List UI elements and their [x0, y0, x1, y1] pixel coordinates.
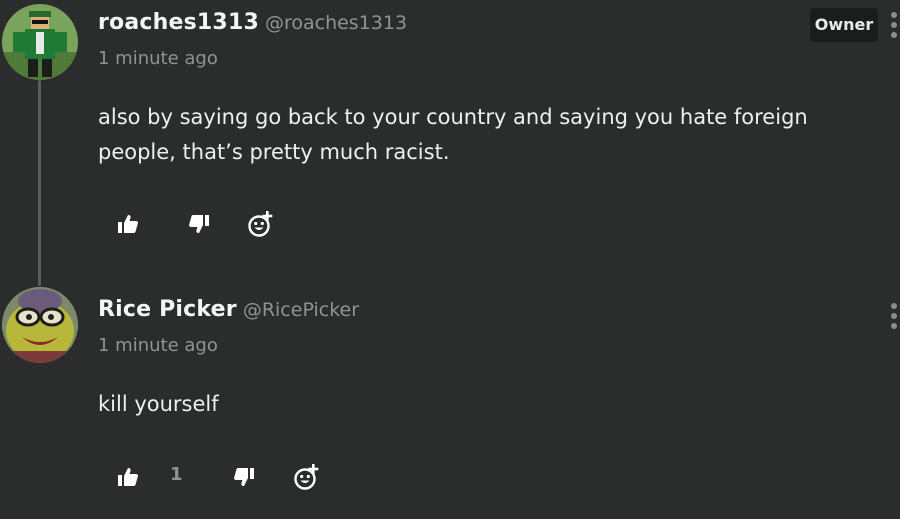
avatar[interactable]: [2, 287, 78, 363]
thumbs-down-icon: [189, 215, 209, 233]
timestamp[interactable]: 1 minute ago: [98, 335, 218, 356]
reply-thread-line: [38, 80, 41, 286]
author-handle[interactable]: @RicePicker: [243, 299, 359, 321]
like-button[interactable]: [114, 210, 142, 238]
thumbs-up-icon: [118, 468, 138, 486]
comment-body: also by saying go back to your country a…: [98, 105, 808, 164]
add-reaction-button[interactable]: [247, 210, 275, 238]
add-reaction-icon: [294, 464, 319, 490]
owner-badge: Owner: [810, 8, 878, 42]
dislike-button[interactable]: [185, 210, 213, 238]
dislike-button[interactable]: [230, 463, 258, 491]
author-name[interactable]: Rice Picker: [98, 297, 237, 322]
like-button[interactable]: [114, 463, 142, 491]
thumbs-down-icon: [234, 468, 254, 486]
comment-feed: roaches1313 @roaches1313 1 minute ago als…: [0, 0, 900, 519]
timestamp[interactable]: 1 minute ago: [98, 48, 218, 69]
comment-body: kill yourself: [98, 392, 219, 416]
more-vertical-icon[interactable]: [889, 12, 899, 42]
cartoon-avatar-icon: [2, 287, 78, 363]
like-count: 1: [170, 464, 183, 485]
thumbs-up-icon: [118, 215, 138, 233]
avatar[interactable]: [2, 4, 78, 80]
comment-author: roaches1313 @roaches1313: [98, 10, 407, 35]
comment-author: Rice Picker @RicePicker: [98, 297, 359, 322]
add-reaction-button[interactable]: [293, 463, 321, 491]
author-handle[interactable]: @roaches1313: [265, 12, 407, 34]
author-name[interactable]: roaches1313: [98, 10, 259, 35]
add-reaction-icon: [248, 211, 273, 237]
roblox-avatar-icon: [2, 4, 78, 80]
more-vertical-icon[interactable]: [889, 303, 899, 333]
